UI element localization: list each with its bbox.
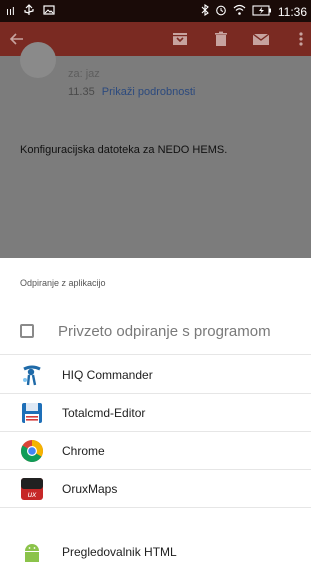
divider	[0, 393, 311, 394]
archive-icon[interactable]	[171, 30, 189, 48]
sheet-title: Odpiranje z aplikacijo	[20, 278, 106, 288]
recipient-line: za: jaz	[68, 68, 100, 80]
open-with-sheet: Odpiranje z aplikacijo Privzeto odpiranj…	[0, 258, 311, 562]
app-label: Totalcmd-Editor	[62, 406, 146, 420]
divider	[0, 354, 311, 355]
always-open-label: Privzeto odpiranje s programom	[58, 322, 271, 340]
signal-icon: ııl	[6, 5, 15, 18]
hiq-commander-icon	[20, 363, 44, 387]
divider	[0, 431, 311, 432]
more-options-icon[interactable]	[292, 30, 310, 48]
app-item-hiq-commander[interactable]: HIQ Commander	[0, 357, 311, 393]
time-line: 11.35 Prikaži podrobnosti	[68, 86, 195, 98]
android-icon	[20, 540, 44, 564]
app-item-oruxmaps[interactable]: ux OruxMaps	[0, 471, 311, 507]
clock-time: 11:36	[277, 4, 307, 19]
back-arrow-icon[interactable]	[8, 30, 26, 48]
status-bar: ııl 11:36	[0, 0, 311, 22]
totalcmd-editor-icon	[20, 401, 44, 425]
divider	[0, 469, 311, 470]
always-open-option[interactable]: Privzeto odpiranje s programom	[20, 318, 310, 344]
wifi-icon	[233, 4, 246, 19]
delete-icon[interactable]	[212, 30, 230, 48]
battery-icon	[252, 4, 272, 19]
app-label: OruxMaps	[62, 482, 118, 496]
show-details-link[interactable]: Prikaži podrobnosti	[102, 86, 196, 98]
app-item-totalcmd-editor[interactable]: Totalcmd-Editor	[0, 395, 311, 431]
oruxmaps-icon: ux	[20, 477, 44, 501]
email-body: Konfiguracijska datoteka za NEDO HEMS.	[20, 144, 228, 156]
app-label: HIQ Commander	[62, 368, 153, 382]
app-label: Chrome	[62, 444, 105, 458]
divider	[0, 507, 311, 508]
app-item-html-viewer[interactable]: Pregledovalnik HTML	[0, 534, 311, 570]
bluetooth-icon	[201, 3, 209, 19]
usb-icon	[23, 4, 35, 19]
chrome-icon	[20, 439, 44, 463]
image-icon	[42, 4, 55, 19]
mail-icon[interactable]	[252, 30, 270, 48]
email-time: 11.35	[68, 86, 95, 98]
avatar	[20, 42, 56, 78]
always-open-checkbox[interactable]	[20, 324, 34, 338]
app-item-chrome[interactable]: Chrome	[0, 433, 311, 469]
svg-text:ux: ux	[28, 490, 37, 499]
email-content: za: jaz 11.35 Prikaži podrobnosti Konfig…	[0, 42, 311, 258]
alarm-icon	[215, 4, 227, 19]
